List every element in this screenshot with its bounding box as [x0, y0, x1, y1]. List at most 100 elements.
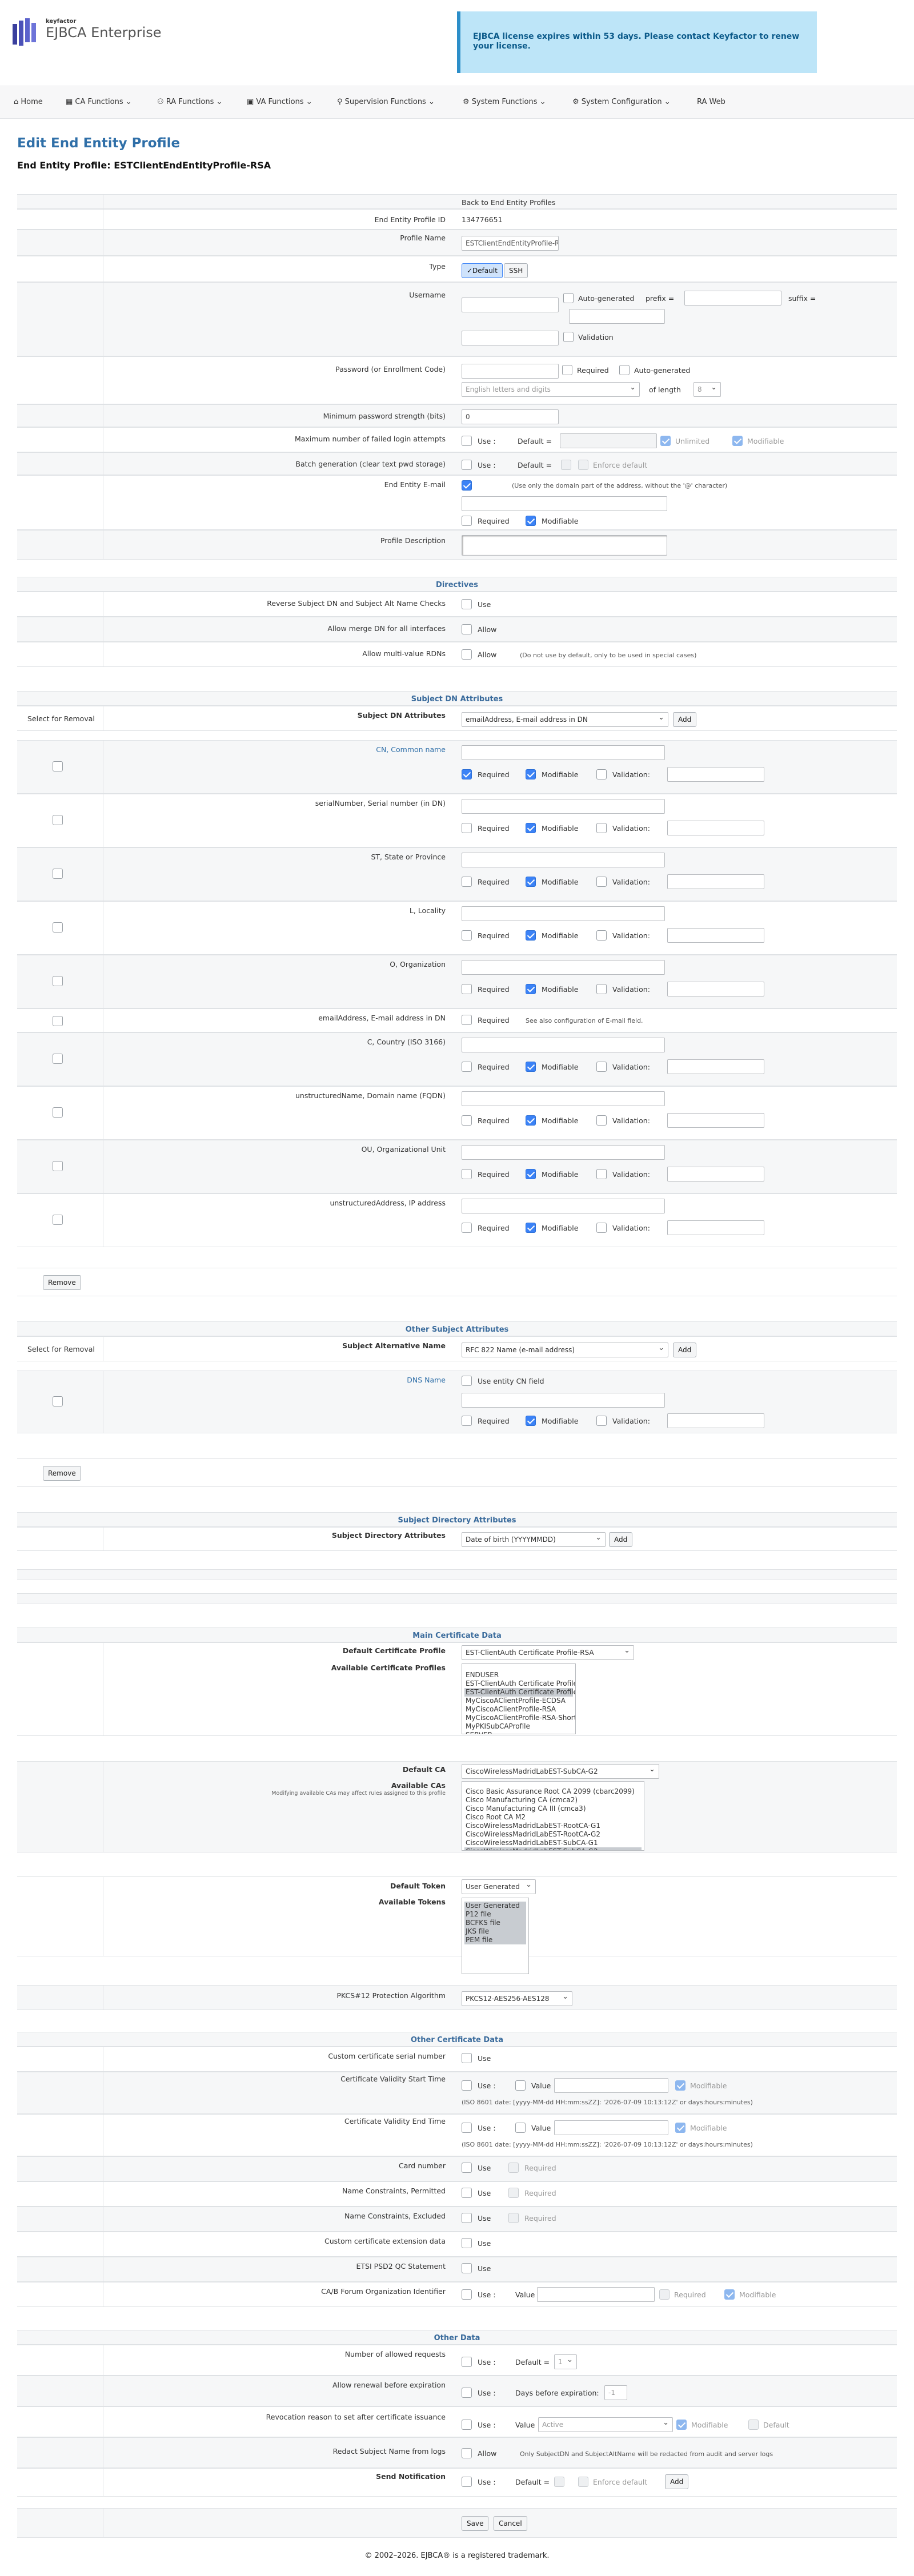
list-option[interactable]: MyCiscoAClientProfile-ECDSA [464, 1697, 573, 1705]
end-time-use-checkbox[interactable] [462, 2123, 472, 2133]
batch-default-checkbox[interactable] [561, 460, 571, 470]
list-option[interactable]: ENDUSER [464, 1671, 573, 1679]
subject-dir-add-button[interactable]: Add [609, 1532, 633, 1547]
notification-default-checkbox[interactable] [554, 2477, 564, 2487]
failed-use-checkbox[interactable] [462, 436, 472, 446]
subject-dn-remove-checkbox[interactable] [53, 1107, 63, 1118]
password-length-select[interactable]: 8 [693, 382, 721, 397]
subject-dn-validation-input[interactable] [667, 1059, 764, 1074]
revoke-reason-select[interactable]: Active [538, 2417, 673, 2432]
subject-dn-remove-checkbox[interactable] [53, 976, 63, 986]
subject-dn-value-input[interactable] [462, 1199, 665, 1213]
password-input[interactable] [462, 364, 559, 379]
email-required-checkbox[interactable] [462, 516, 472, 526]
list-option[interactable]: Cisco Basic Assurance Root CA 2099 (cbar… [464, 1787, 642, 1796]
san-remove-button[interactable]: Remove [43, 1466, 81, 1481]
subject-dn-value-input[interactable] [462, 960, 665, 975]
nav-va-functions[interactable]: ▣ VA Functions ⌄ [247, 98, 312, 106]
nav-supervision-functions[interactable]: ⚲ Supervision Functions ⌄ [337, 98, 435, 106]
multi-rdn-checkbox[interactable] [462, 649, 472, 660]
subject-dn-validation-input[interactable] [667, 1113, 764, 1128]
renewal-days-input[interactable]: -1 [604, 2385, 627, 2400]
list-option[interactable]: JKS file [464, 1927, 526, 1936]
merge-dn-checkbox[interactable] [462, 624, 472, 634]
available-tokens-list[interactable]: User Generated P12 file BCFKS file JKS file… [462, 1898, 529, 1974]
subject-dn-remove-checkbox[interactable] [53, 922, 63, 933]
list-option[interactable]: Cisco Manufacturing CA (cmca2) [464, 1796, 642, 1805]
subject-dn-required-checkbox[interactable] [462, 1062, 472, 1072]
username-prefix-input[interactable] [684, 291, 781, 306]
email-domain-input[interactable] [462, 496, 667, 511]
subject-dn-remove-checkbox[interactable] [53, 1215, 63, 1225]
subject-dn-validation-input[interactable] [667, 1167, 764, 1181]
nav-ca-functions[interactable]: ▦ CA Functions ⌄ [66, 98, 132, 106]
subject-dn-validation-input[interactable] [667, 982, 764, 996]
subject-dn-value-input[interactable] [462, 906, 665, 921]
nav-system-configuration[interactable]: ⚙ System Configuration ⌄ [572, 98, 671, 106]
dns-use-cn-checkbox[interactable] [462, 1376, 472, 1386]
subject-dn-select[interactable]: emailAddress, E-mail address in DN [462, 712, 668, 727]
list-option[interactable]: BCFKS file [464, 1919, 526, 1927]
list-option[interactable]: MyCiscoAClientProfile-RSA-ShortDuration [464, 1714, 575, 1722]
reverse-dn-checkbox[interactable] [462, 599, 472, 609]
subject-dn-remove-checkbox[interactable] [53, 761, 63, 771]
failed-modifiable-checkbox[interactable] [732, 436, 743, 446]
default-cert-profile-select[interactable]: EST-ClientAuth Certificate Profile-RSA [462, 1645, 634, 1660]
dns-required-checkbox[interactable] [462, 1416, 472, 1426]
nc-permitted-required-checkbox[interactable] [508, 2188, 519, 2198]
subject-dn-validation-checkbox[interactable] [596, 1223, 607, 1233]
cabf-value-input[interactable] [537, 2287, 655, 2302]
subject-dn-remove-checkbox[interactable] [53, 1161, 63, 1171]
username-input[interactable] [462, 298, 559, 312]
username-suffix-input[interactable] [569, 309, 665, 324]
custom-serial-checkbox[interactable] [462, 2053, 472, 2063]
custom-ext-use-checkbox[interactable] [462, 2238, 472, 2248]
pkcs12-algorithm-select[interactable]: PKCS12-AES256-AES128 [462, 1991, 572, 2006]
san-add-button[interactable]: Add [673, 1343, 697, 1357]
subject-dn-value-input[interactable] [462, 1145, 665, 1160]
end-time-default-checkbox[interactable] [515, 2123, 526, 2133]
nav-ra-web[interactable]: RA Web [697, 98, 725, 106]
available-cas-list[interactable]: Cisco Basic Assurance Root CA 2099 (cbar… [462, 1781, 644, 1851]
start-time-default-checkbox[interactable] [515, 2080, 526, 2091]
subject-dn-required-checkbox[interactable] [462, 1169, 472, 1179]
list-option[interactable]: EST-ClientAuth Certificate Profile-ECDSA [464, 1679, 575, 1688]
subject-dn-required-checkbox[interactable] [462, 984, 472, 994]
notification-enforce-checkbox[interactable] [578, 2477, 588, 2487]
subject-dn-modifiable-checkbox[interactable] [526, 1115, 536, 1126]
email-use-checkbox[interactable] [462, 480, 472, 491]
subject-dn-validation-input[interactable] [667, 821, 764, 835]
subject-dn-validation-checkbox[interactable] [596, 823, 607, 833]
nav-system-functions[interactable]: ⚙ System Functions ⌄ [463, 98, 546, 106]
back-link[interactable]: Back to End Entity Profiles [462, 198, 555, 207]
dns-validation-checkbox[interactable] [596, 1416, 607, 1426]
subject-dn-validation-checkbox[interactable] [596, 877, 607, 887]
dns-validation-input[interactable] [667, 1413, 764, 1428]
subject-dn-remove-button[interactable]: Remove [43, 1275, 81, 1290]
subject-dn-modifiable-checkbox[interactable] [526, 877, 536, 887]
subject-dn-validation-checkbox[interactable] [596, 984, 607, 994]
list-option[interactable]: CiscoWirelessMadridLabEST-SubCA-G1 [464, 1839, 642, 1847]
username-validation-checkbox[interactable] [563, 332, 574, 342]
subject-dn-modifiable-checkbox[interactable] [526, 823, 536, 833]
email-modifiable-checkbox[interactable] [526, 516, 536, 526]
subject-dn-modifiable-checkbox[interactable] [526, 930, 536, 941]
nc-permitted-use-checkbox[interactable] [462, 2188, 472, 2198]
revoke-modifiable-checkbox[interactable] [676, 2420, 687, 2430]
list-option[interactable]: Cisco Manufacturing CA III (cmca3) [464, 1805, 642, 1813]
subject-dn-value-input[interactable] [462, 799, 665, 814]
dns-modifiable-checkbox[interactable] [526, 1416, 536, 1426]
username-validation-input[interactable] [462, 331, 559, 345]
password-charset-select[interactable]: English letters and digits [462, 382, 640, 397]
start-time-modifiable-checkbox[interactable] [675, 2080, 686, 2091]
description-textarea[interactable] [462, 535, 667, 556]
cabf-modifiable-checkbox[interactable] [724, 2289, 735, 2300]
failed-unlimited-checkbox[interactable] [660, 436, 671, 446]
subject-dn-remove-checkbox[interactable] [53, 1054, 63, 1064]
list-option[interactable]: PEM file [464, 1936, 526, 1944]
psd2-use-checkbox[interactable] [462, 2263, 472, 2273]
subject-dn-modifiable-checkbox[interactable] [526, 769, 536, 779]
requests-use-checkbox[interactable] [462, 2357, 472, 2367]
end-time-modifiable-checkbox[interactable] [675, 2123, 686, 2133]
subject-dn-value-input[interactable] [462, 853, 665, 867]
